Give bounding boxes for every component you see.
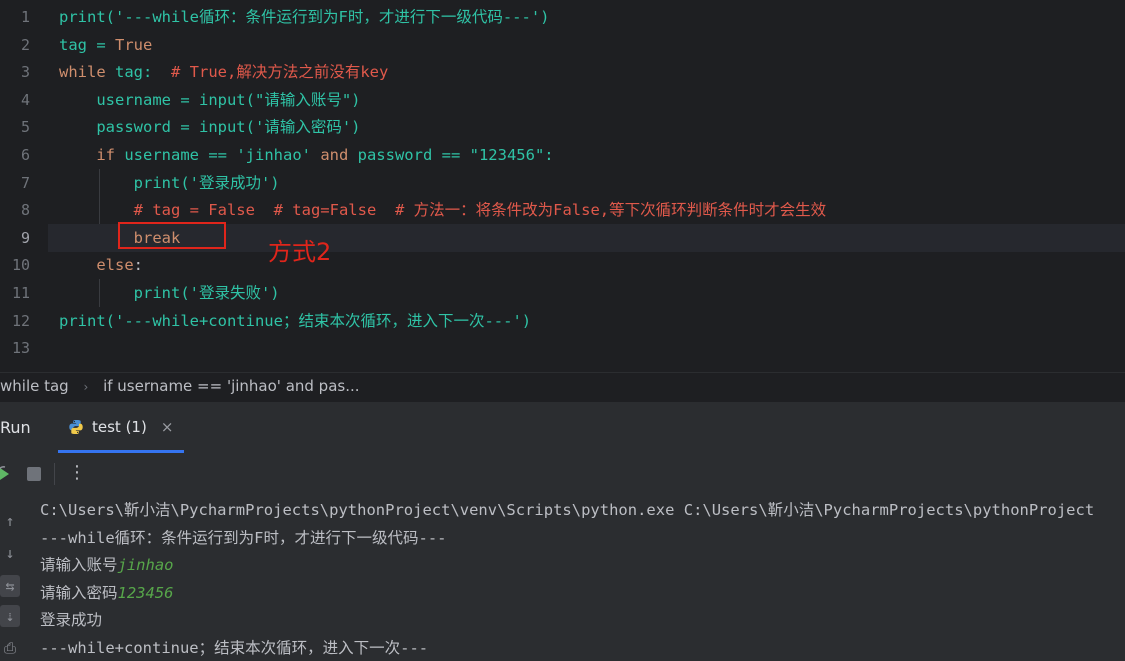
annotation-label: 方式2: [268, 238, 332, 266]
console-text: C:\Users\靳小洁\PycharmProjects\pythonProje…: [40, 501, 1095, 519]
console-line: 请输入账号jinhao: [40, 552, 174, 580]
code-token: username ==: [115, 146, 237, 164]
code-token: password ==: [348, 146, 470, 164]
line-number: 9: [20, 228, 30, 247]
print-icon[interactable]: ⎙: [0, 637, 20, 659]
console-line: C:\Users\靳小洁\PycharmProjects\pythonProje…: [40, 497, 1094, 525]
code-token: ("请输入账号"): [245, 90, 361, 109]
more-icon[interactable]: ⋮: [68, 462, 86, 483]
console-text: 请输入密码: [40, 583, 118, 602]
line-number: 4: [20, 90, 30, 109]
code-token: input: [198, 118, 246, 137]
code-line[interactable]: print('---while循环：条件运行到为F时，才进行下一级代码---'): [59, 4, 549, 32]
code-token: tag: [59, 35, 87, 54]
line-number: 5: [20, 118, 30, 137]
line-number: 8: [20, 201, 30, 220]
code-token: print('登录失败'): [59, 284, 280, 302]
code-token: if: [96, 146, 115, 164]
console-user-input: jinhao: [117, 556, 174, 575]
code-line[interactable]: password = input('请输入密码'): [59, 114, 360, 142]
line-number: 2: [20, 35, 30, 54]
line-number-gutter: 1 2 3 4 5 6 7 8 9 10 11 12 13: [0, 0, 48, 372]
tab-label: test (1): [92, 418, 147, 436]
code-token: 'jinhao': [236, 146, 311, 164]
toolbar-divider: [54, 463, 55, 485]
code-line[interactable]: print('---while+continue；结束本次循环，进入下一次---…: [59, 308, 531, 336]
console-line: 请输入密码123456: [40, 580, 174, 608]
stop-icon[interactable]: [27, 467, 41, 481]
console-text: 请输入账号: [40, 556, 118, 575]
code-token: True: [115, 35, 153, 54]
code-token: username =: [59, 90, 199, 109]
run-panel-title: Run: [0, 418, 31, 437]
console-side-toolbar: ↑ ↓ ⇆ ⇣ ⎙: [0, 495, 26, 661]
python-icon: [69, 420, 83, 434]
code-token: :: [133, 256, 143, 275]
code-line[interactable]: # tag = False # tag=False # 方法一：将条件改为Fal…: [59, 197, 826, 225]
code-token: password =: [59, 118, 199, 137]
arrow-down-icon[interactable]: ↓: [0, 542, 20, 564]
code-line[interactable]: print('登录成功'): [59, 170, 280, 198]
code-token: ('请输入密码'): [245, 118, 361, 137]
line-number: 13: [11, 339, 30, 358]
code-token: =: [87, 35, 115, 54]
breadcrumb-item-while[interactable]: while tag: [0, 377, 69, 395]
code-token: # tag = False # tag=False # 方法一：将条件改为Fal…: [133, 201, 827, 220]
line-number: 7: [20, 173, 30, 192]
console-text: ---while循环：条件运行到为F时，才进行下一级代码---: [40, 528, 447, 547]
code-token: else: [96, 256, 134, 275]
rerun-icon[interactable]: [0, 465, 12, 483]
run-toolbar: ⋮: [0, 453, 1125, 496]
console-user-input: 123456: [117, 583, 174, 602]
line-number: 10: [11, 256, 30, 275]
code-line[interactable]: username = input("请输入账号"): [59, 87, 360, 115]
soft-wrap-icon[interactable]: ⇆: [0, 575, 20, 597]
breadcrumb: while tag › if username == 'jinhao' and …: [0, 372, 1125, 401]
console-line: 登录成功: [40, 607, 102, 635]
console-text: 登录成功: [40, 611, 103, 630]
line-number: 3: [20, 63, 30, 82]
console-output[interactable]: C:\Users\靳小洁\PycharmProjects\pythonProje…: [26, 495, 1125, 661]
breadcrumb-item-if[interactable]: if username == 'jinhao' and pas...: [103, 377, 359, 395]
code-line[interactable]: if username == 'jinhao' and password == …: [59, 142, 554, 170]
code-token: print('登录成功'): [59, 173, 280, 192]
code-token: input: [198, 90, 246, 109]
break-highlight-box: [118, 222, 226, 249]
indent-guide: [99, 169, 100, 224]
close-icon[interactable]: ×: [161, 418, 174, 436]
breadcrumb-separator: ›: [83, 380, 89, 394]
code-token: while: [59, 63, 106, 82]
arrow-up-icon[interactable]: ↑: [0, 510, 20, 532]
line-number: 11: [11, 284, 30, 302]
code-line[interactable]: tag = True: [59, 32, 152, 60]
code-token: print: [59, 8, 106, 26]
tab-test[interactable]: test (1) ×: [68, 418, 173, 436]
indent-guide: [99, 279, 100, 307]
console-line: ---while+continue；结束本次循环，进入下一次---: [40, 635, 428, 661]
code-line[interactable]: else:: [59, 252, 143, 280]
code-token: tag:: [105, 63, 171, 82]
code-token: and: [310, 146, 349, 164]
code-token: "123456":: [469, 146, 554, 164]
code-token: # True,解决方法之前没有key: [171, 63, 389, 82]
line-number: 1: [20, 8, 30, 26]
code-token: ('---while循环：条件运行到为F时，才进行下一级代码---'): [105, 8, 550, 26]
code-editor[interactable]: 1 2 3 4 5 6 7 8 9 10 11 12 13 print('---while循环：条件运行…: [0, 0, 1125, 372]
run-panel-header: Run test (1) ×: [0, 401, 1125, 454]
line-number: 12: [11, 311, 30, 330]
code-line[interactable]: while tag: # True,解决方法之前没有key: [59, 59, 388, 87]
console-line: ---while循环：条件运行到为F时，才进行下一级代码---: [40, 525, 446, 553]
code-token: print('---while+continue；结束本次循环，进入下一次---…: [59, 311, 532, 330]
line-number: 6: [20, 146, 30, 164]
scroll-to-end-icon[interactable]: ⇣: [0, 605, 20, 627]
console-text: ---while+continue；结束本次循环，进入下一次---: [40, 639, 429, 657]
code-line[interactable]: print('登录失败'): [59, 280, 280, 308]
